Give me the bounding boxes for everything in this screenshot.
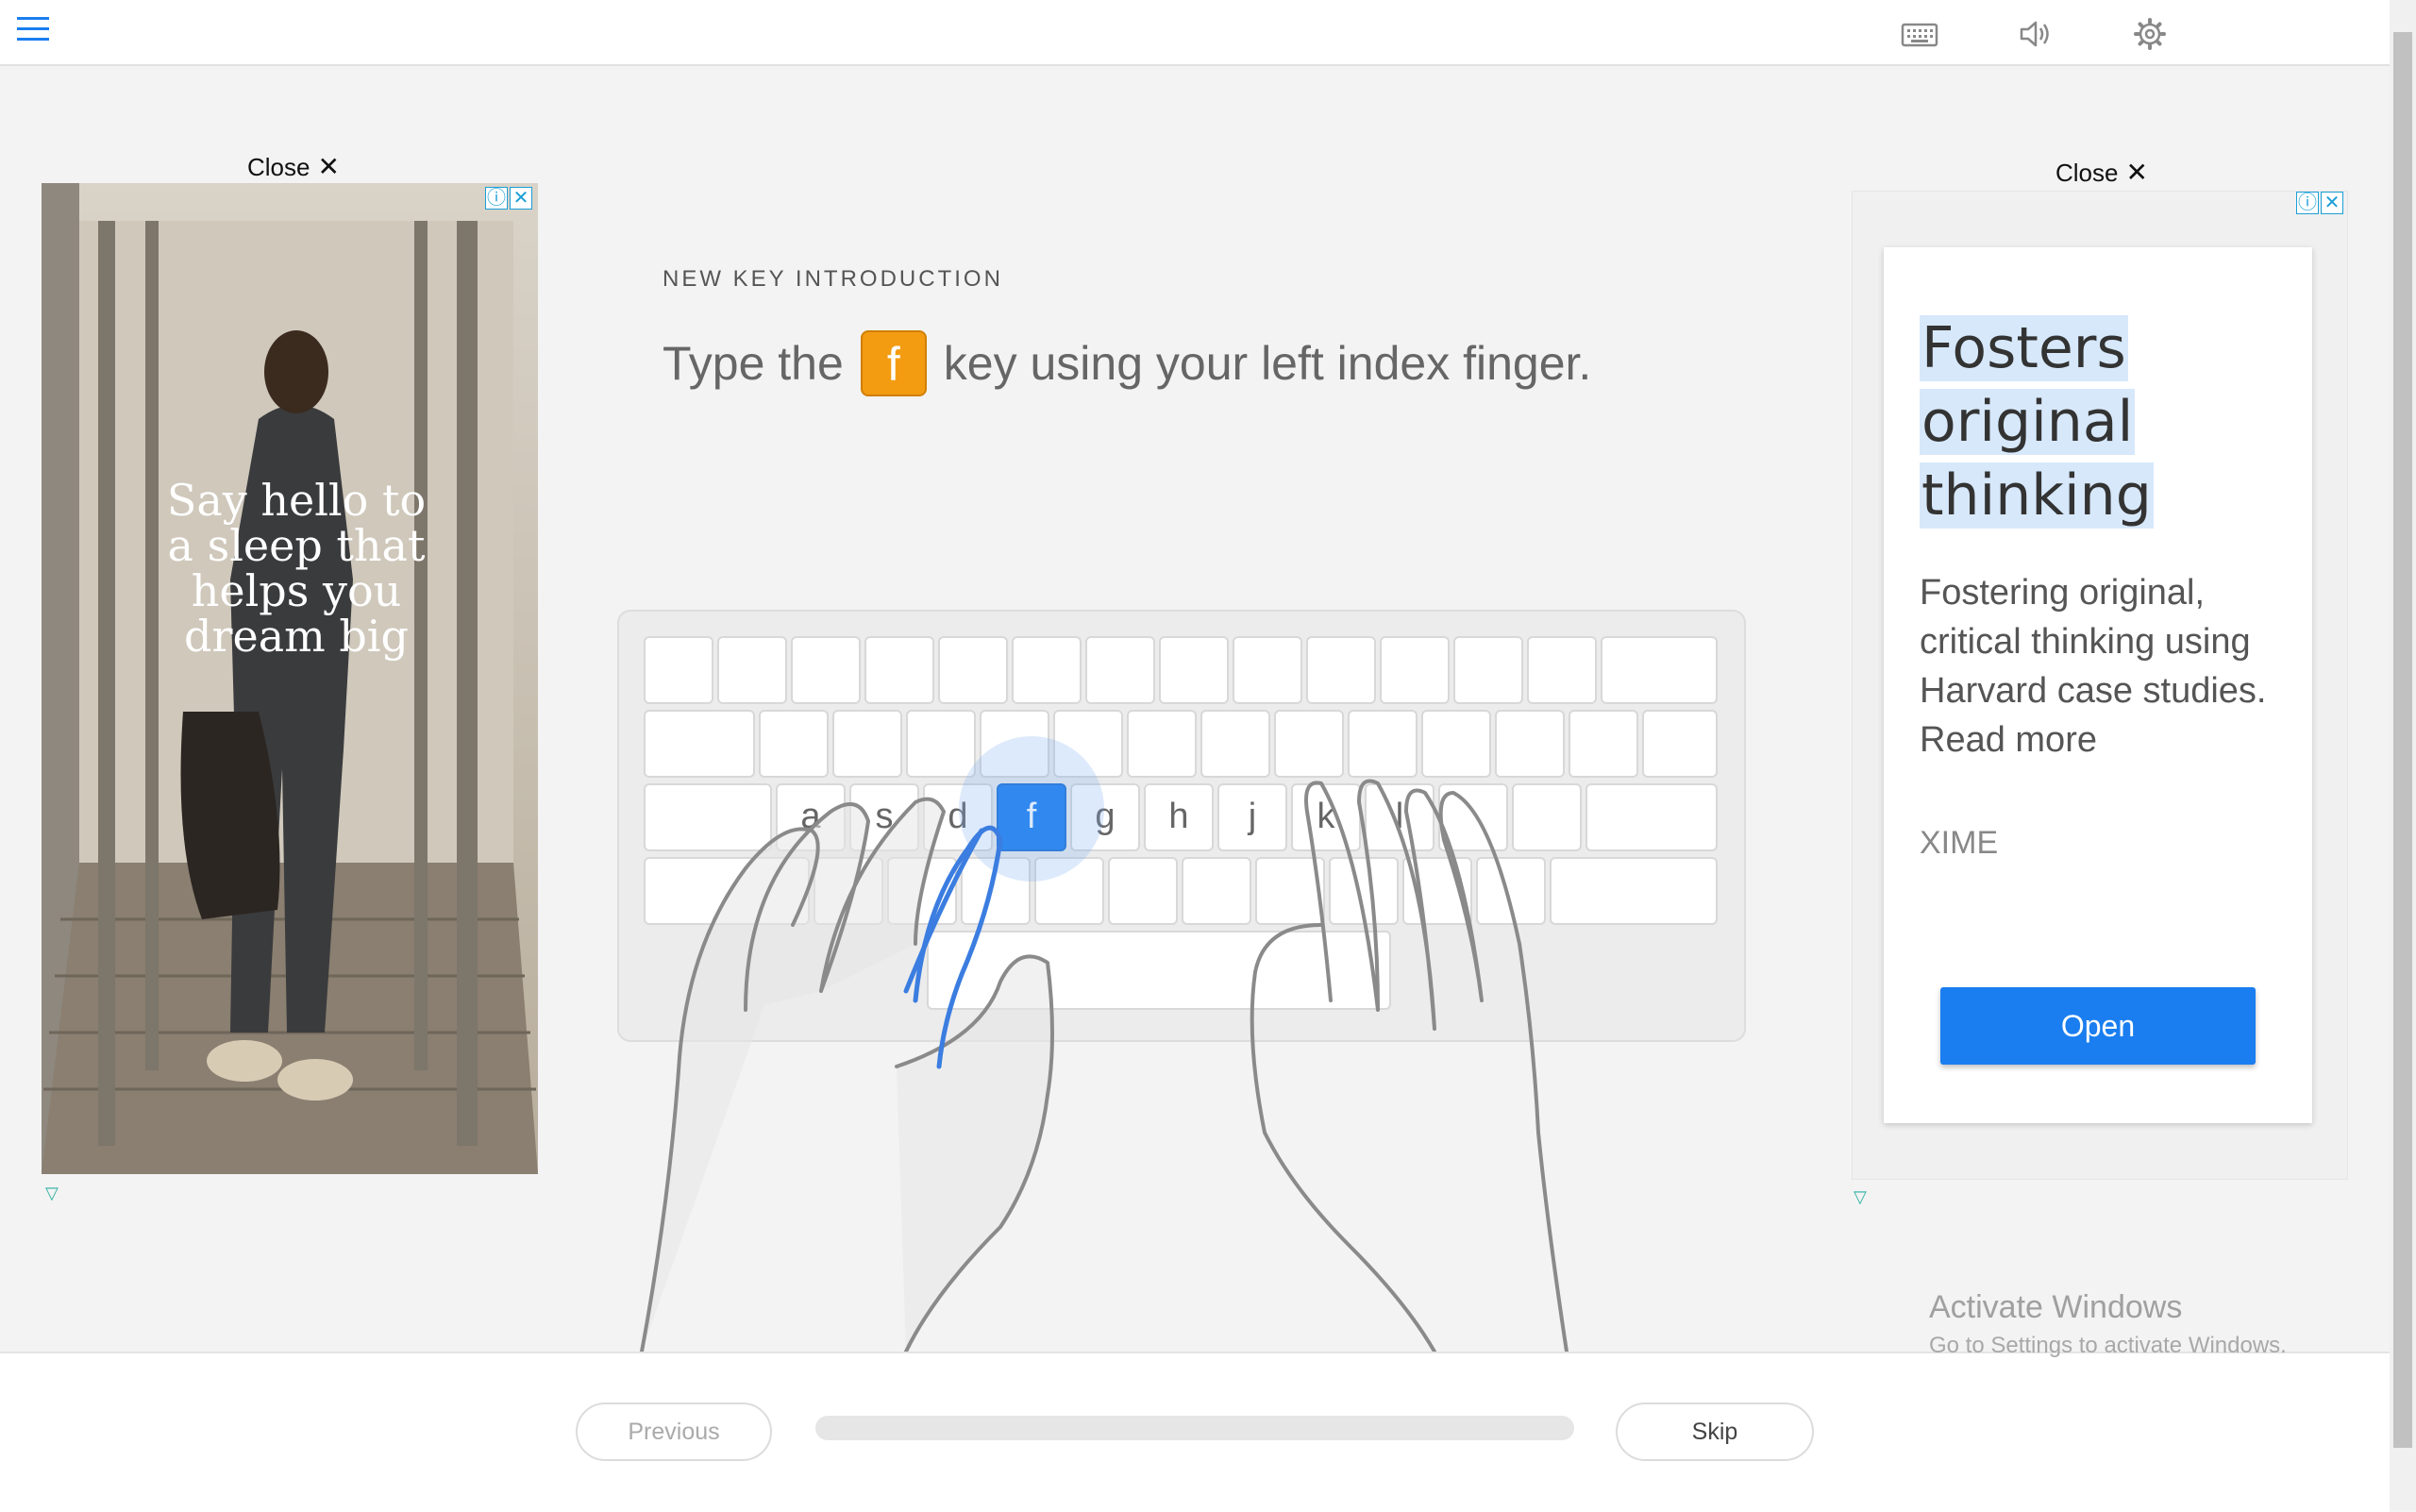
right-ad-card[interactable]: Fosters original thinking Fostering orig…: [1884, 247, 2312, 1123]
ad-feedback-icon[interactable]: ▽: [45, 1184, 59, 1203]
key: [1601, 636, 1718, 704]
key: [1527, 636, 1597, 704]
left-ad-image: [42, 183, 538, 1174]
scrollbar-thumb[interactable]: [2393, 32, 2412, 1448]
close-icon: ✕: [2125, 158, 2148, 187]
right-ad-close-label: Close: [2055, 159, 2119, 187]
keyboard-icon[interactable]: [1899, 13, 1940, 55]
key: [1085, 636, 1155, 704]
instruction-before: Type the: [663, 337, 844, 390]
headline-line: original: [1920, 389, 2136, 455]
key: [1642, 710, 1718, 778]
instruction-after: key using your left index finger.: [943, 337, 1592, 390]
left-ad-close-label: Close: [247, 153, 310, 181]
progress-bar: [815, 1416, 1574, 1440]
skip-button[interactable]: Skip: [1616, 1403, 1814, 1461]
right-ad-body: Fostering original, critical thinking us…: [1920, 573, 2267, 760]
key: [644, 636, 713, 704]
key: [1453, 636, 1523, 704]
previous-button[interactable]: Previous: [576, 1403, 772, 1461]
key: [1380, 636, 1450, 704]
close-icon: ✕: [317, 152, 340, 181]
ad-close-icon[interactable]: ✕: [2321, 192, 2343, 214]
watermark-subtitle: Go to Settings to activate Windows.: [1929, 1333, 2287, 1358]
hands-illustration: [640, 779, 1569, 1352]
menu-icon[interactable]: [13, 13, 55, 45]
left-ad-banner[interactable]: Say hello to a sleep that helps you drea…: [42, 183, 538, 1174]
open-button[interactable]: Open: [1940, 987, 2256, 1065]
headline-line: Fosters: [1920, 315, 2128, 381]
gear-icon[interactable]: [2129, 13, 2171, 55]
ad-close-icon[interactable]: ✕: [510, 187, 532, 210]
left-ad-headline: Say hello to a sleep that helps you drea…: [166, 475, 427, 662]
instruction: Type the f key using your left index fin…: [663, 330, 1591, 396]
right-ad-headline: Fosters original thinking: [1920, 311, 2154, 532]
ad-feedback-icon[interactable]: ▽: [1854, 1187, 1867, 1207]
key: [1586, 783, 1718, 851]
right-ad-brand: XIME: [1920, 825, 1999, 861]
key: [717, 636, 787, 704]
key: [1012, 636, 1082, 704]
key: [1233, 636, 1302, 704]
key: [938, 636, 1008, 704]
key: [791, 636, 861, 704]
lesson-label: NEW KEY INTRODUCTION: [663, 266, 1003, 292]
key: [1306, 636, 1376, 704]
left-ad-close-button[interactable]: Close ✕: [247, 151, 340, 182]
ad-info-icon[interactable]: ⓘ: [2296, 192, 2319, 214]
key: [1159, 636, 1229, 704]
ad-info-icon[interactable]: ⓘ: [485, 187, 508, 210]
speaker-icon[interactable]: [2014, 13, 2055, 55]
headline-line: thinking: [1920, 462, 2154, 529]
right-ad-close-button[interactable]: Close ✕: [2055, 157, 2148, 188]
watermark-title: Activate Windows: [1929, 1289, 2183, 1325]
key: [864, 636, 934, 704]
target-key-badge: f: [860, 330, 927, 396]
